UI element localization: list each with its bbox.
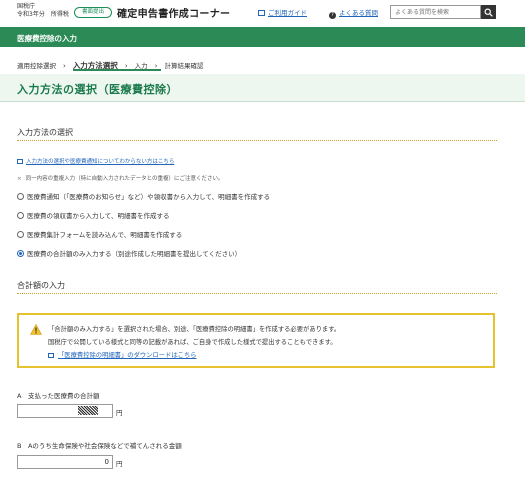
paid-total-label: A 支払った医療費の合計額 xyxy=(17,392,100,400)
method-help-link[interactable]: 入力方法の選択や医療費通知についてわからない方はこちら xyxy=(17,157,174,165)
faq-link[interactable]: ? よくある質問 xyxy=(329,7,378,19)
method-option-form-import[interactable]: 医療費集計フォームを読み込んで、明細書を作成する xyxy=(17,229,182,239)
duplicate-entry-note: × 同一内容の重複入力（特に自動入力されたデータとの重複）にご注意ください。 xyxy=(17,174,223,182)
statement-download-label: 「医療費控除の明細書」のダウンロードはこちら xyxy=(58,352,197,359)
top-header: 国税庁 令和3年分 所得税 書面提出 確定申告書作成コーナー ご利用ガイド ? よ… xyxy=(0,0,525,24)
question-icon: ? xyxy=(329,12,336,19)
method-option-notice[interactable]: 医療費通知（「医療費のお知らせ」など）や領収書から入力して、明細書を作成する xyxy=(17,191,270,201)
note-mark-icon: × xyxy=(17,176,22,182)
radio-selected-icon xyxy=(17,250,24,257)
site-title: 確定申告書作成コーナー xyxy=(117,9,231,20)
yen-unit: 円 xyxy=(116,409,123,417)
search-icon xyxy=(484,8,493,17)
section-divider xyxy=(17,140,497,141)
radio-icon xyxy=(17,212,24,219)
yen-unit: 円 xyxy=(116,460,123,468)
chevron-right-icon: › xyxy=(63,62,66,70)
radio-icon xyxy=(17,231,24,238)
method-option-receipts[interactable]: 医療費の領収書から入力して、明細書を作成する xyxy=(17,210,169,220)
total-section-title: 合計額の入力 xyxy=(17,281,65,290)
faq-label: よくある質問 xyxy=(339,9,378,17)
submission-type-badge: 書面提出 xyxy=(74,7,112,18)
breadcrumb-step-4: 計算結果確認 xyxy=(164,62,204,70)
statement-download-link[interactable]: 「医療費控除の明細書」のダウンロードはこちら xyxy=(48,350,197,359)
section-divider xyxy=(17,293,497,294)
method-option-label: 医療費の領収書から入力して、明細書を作成する xyxy=(27,212,170,220)
method-option-total-only[interactable]: 医療費の合計額のみ入力する（別途作成した明細書を提出してください） xyxy=(17,248,241,258)
window-icon xyxy=(48,353,54,358)
window-icon xyxy=(17,159,23,164)
warning-icon xyxy=(30,324,42,335)
method-section-title: 入力方法の選択 xyxy=(17,128,73,137)
method-option-label: 医療費通知（「医療費のお知らせ」など）や領収書から入力して、明細書を作成する xyxy=(27,193,271,201)
reimbursed-amount-input[interactable] xyxy=(17,455,113,469)
method-option-label: 医療費の合計額のみ入力する（別途作成した明細書を提出してください） xyxy=(27,250,242,258)
reimbursed-amount-label: B Aのうち生命保険や社会保険などで補てんされる金額 xyxy=(17,442,182,450)
usage-guide-link[interactable]: ご利用ガイド xyxy=(258,7,307,17)
radio-icon xyxy=(17,193,24,200)
redacted-amount xyxy=(78,406,98,415)
search-button[interactable] xyxy=(481,5,496,19)
usage-guide-label: ご利用ガイド xyxy=(268,9,307,17)
section-bar: 医療費控除の入力 xyxy=(0,27,525,47)
method-help-label: 入力方法の選択や医療費通知についてわからない方はこちら xyxy=(26,159,175,165)
paid-total-input[interactable] xyxy=(17,404,113,418)
method-option-label: 医療費集計フォームを読み込んで、明細書を作成する xyxy=(27,231,183,239)
warning-box: 「合計額のみ入力する」を選択された場合、別途、「医療費控除の明細書」を作成する必… xyxy=(17,313,495,368)
warning-text-line1: 「合計額のみ入力する」を選択された場合、別途、「医療費控除の明細書」を作成する必… xyxy=(48,326,341,333)
agency-name: 国税庁 xyxy=(17,3,36,10)
agency-label: 国税庁 令和3年分 所得税 xyxy=(17,3,69,19)
warning-text-line2: 国税庁で公開している様式と同等の記載があれば、ご自身で作成した様式で提出すること… xyxy=(48,339,337,346)
breadcrumb-step-1: 適用控除選択 xyxy=(17,62,56,70)
section-bar-title: 医療費控除の入力 xyxy=(17,34,77,43)
duplicate-entry-note-text: 同一内容の重複入力（特に自動入力されたデータとの重複）にご注意ください。 xyxy=(25,176,224,182)
tax-year-label: 令和3年分 所得税 xyxy=(17,11,69,18)
book-icon xyxy=(258,10,265,16)
faq-search-input[interactable] xyxy=(390,5,481,19)
breadcrumb-current-indicator xyxy=(73,69,161,71)
page-title: 入力方法の選択（医療費控除） xyxy=(17,83,178,96)
